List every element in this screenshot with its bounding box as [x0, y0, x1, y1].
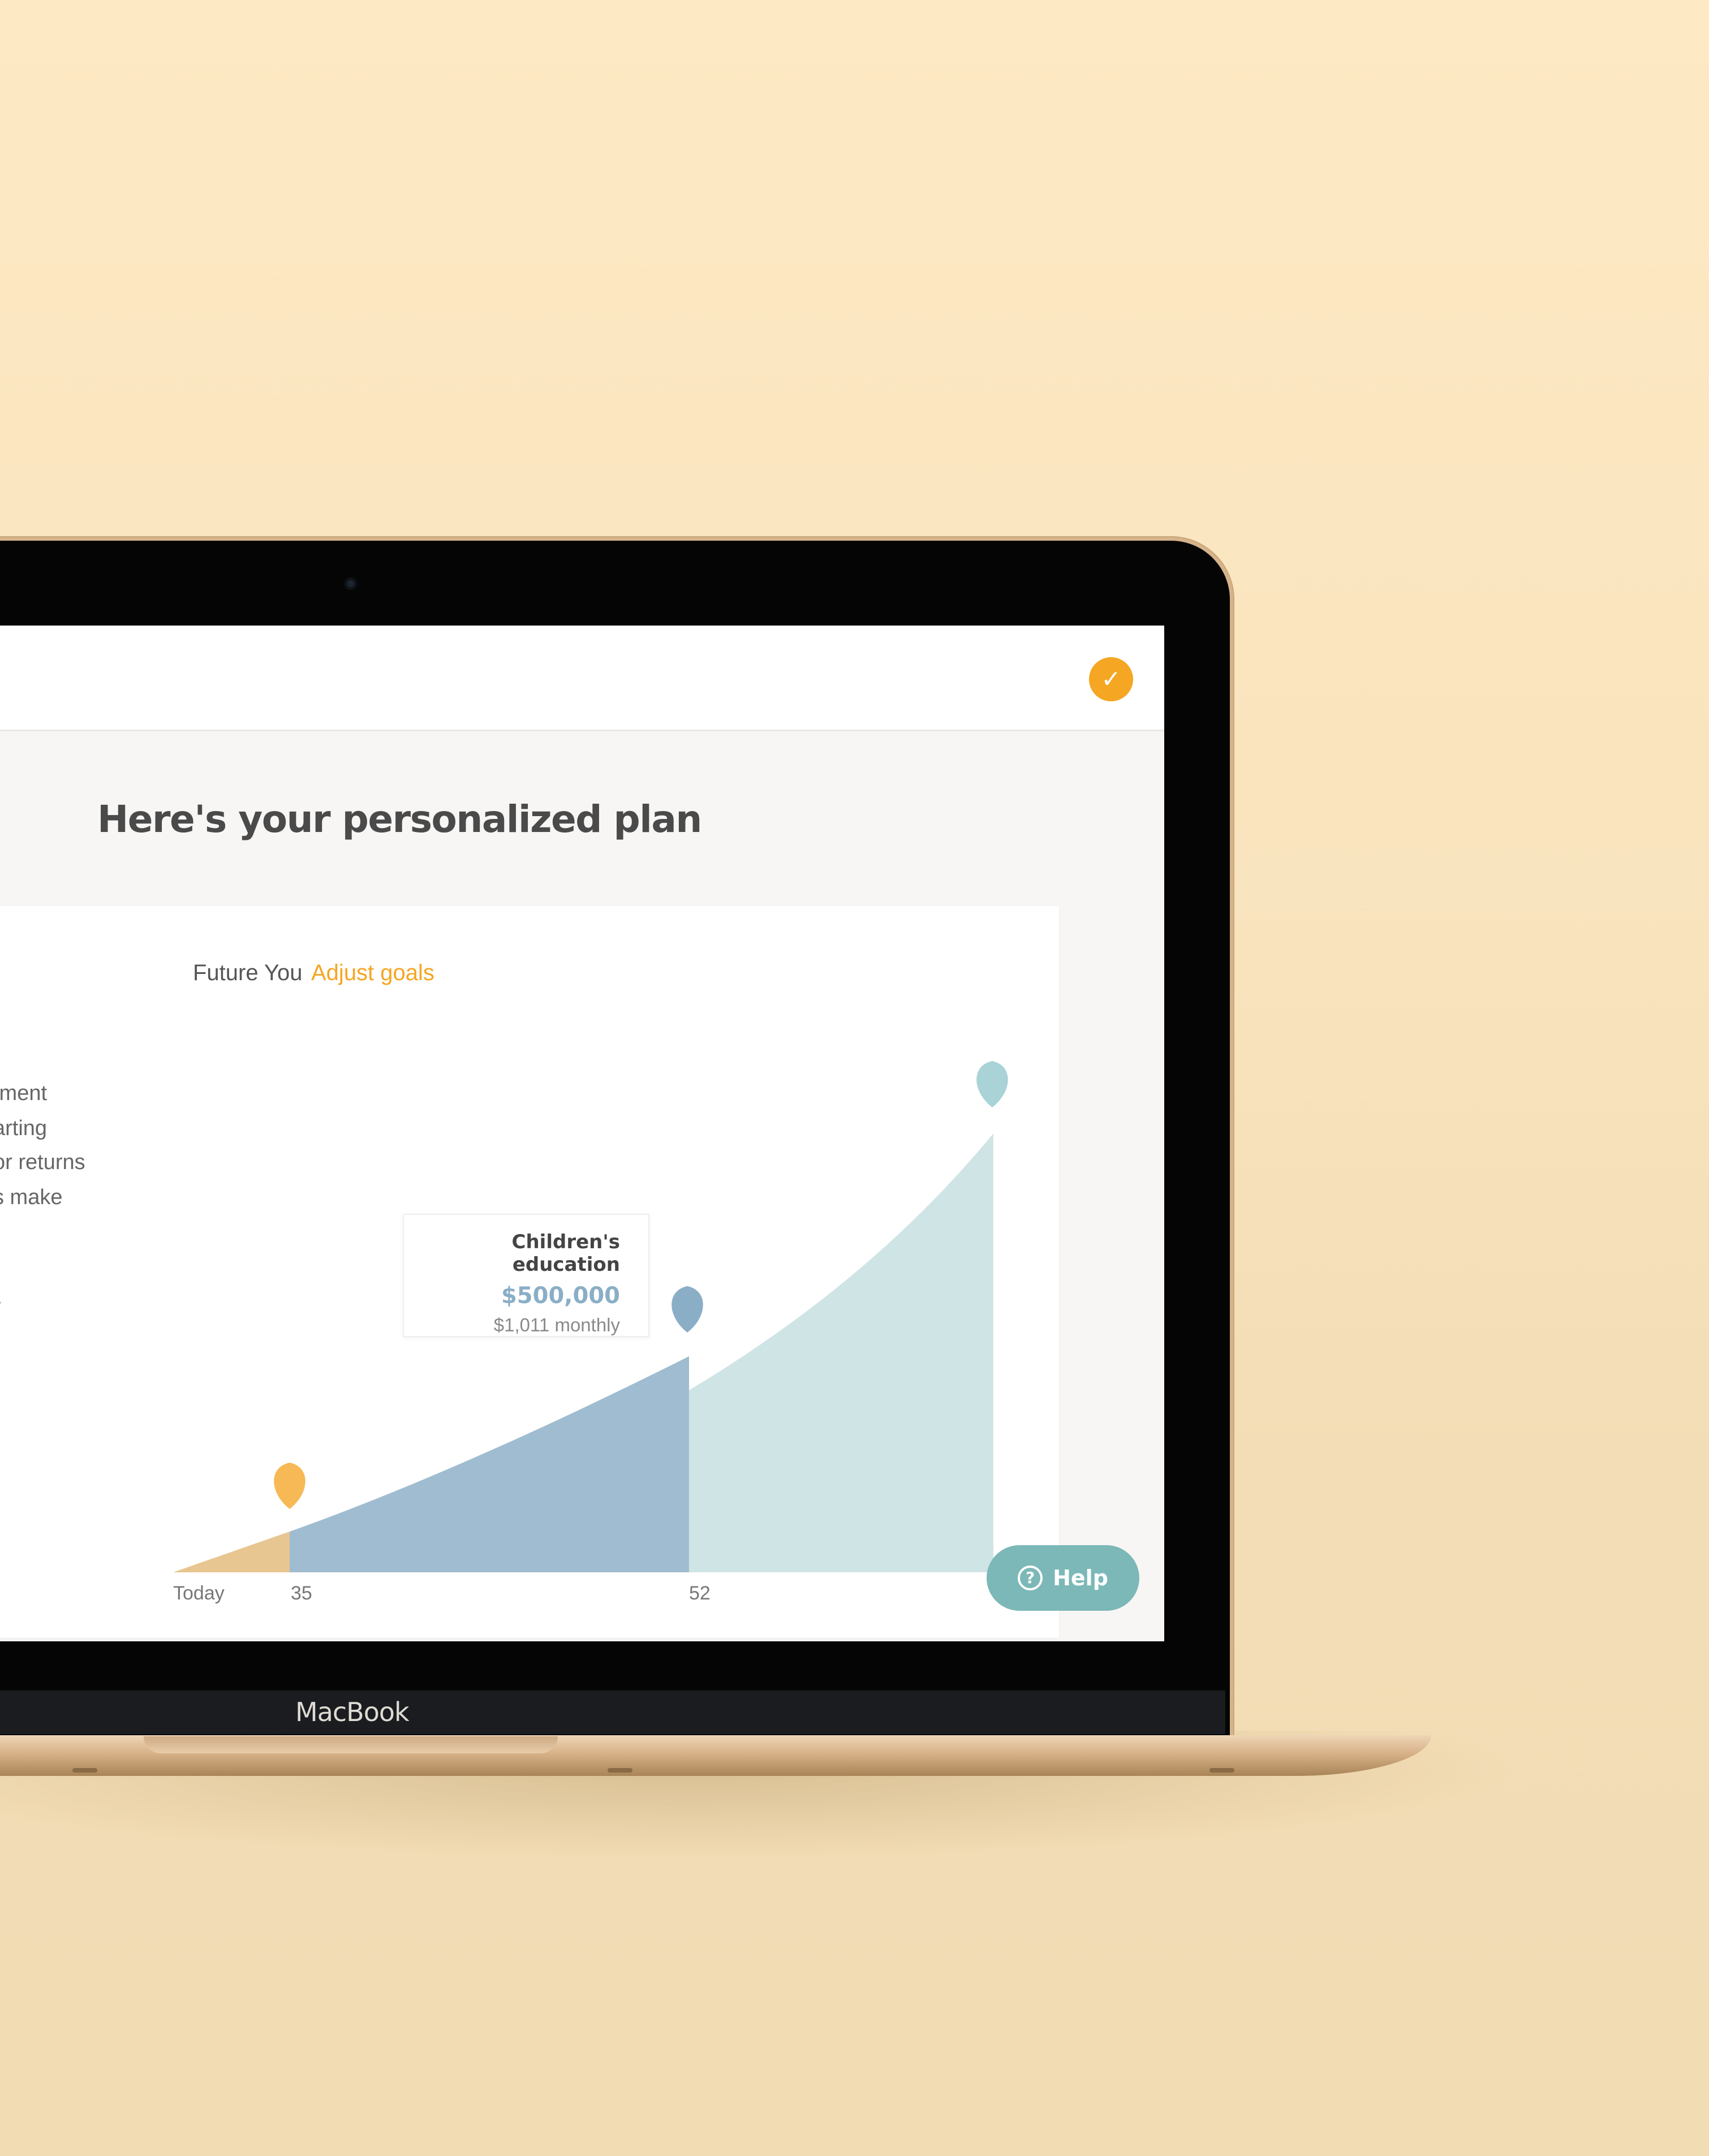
camera-icon [345, 577, 357, 590]
area-35-to-52 [290, 1356, 689, 1572]
x-tick-52: 52 [689, 1582, 711, 1604]
area-52-to-goal [689, 1133, 993, 1572]
tooltip-amount: $500,000 [501, 1283, 620, 1309]
question-circle-icon: ? [1018, 1566, 1043, 1590]
milestone-marker-35[interactable] [274, 1463, 305, 1509]
growth-chart: Today 35 52 [173, 1061, 1008, 1604]
app-screen: ✓ Here's your personalized plan Future Y… [0, 626, 1164, 1641]
milestone-marker-goal[interactable] [976, 1061, 1008, 1107]
bezel-chin [0, 1690, 1225, 1734]
x-tick-today: Today [173, 1582, 225, 1604]
help-button[interactable]: ? Help [987, 1545, 1139, 1611]
laptop-foot [1209, 1768, 1234, 1773]
tooltip-title: Children's education [511, 1231, 620, 1276]
help-label: Help [1053, 1566, 1108, 1590]
brand-label: MacBook [295, 1697, 410, 1727]
tooltip-monthly: $1,011 monthly [493, 1314, 620, 1335]
laptop-foot [72, 1768, 97, 1773]
x-tick-35: 35 [291, 1582, 312, 1604]
area-overlap [173, 1532, 290, 1572]
milestone-marker-52[interactable] [671, 1286, 703, 1333]
laptop-foot [608, 1768, 632, 1773]
hinge-notch [144, 1736, 558, 1753]
goal-tooltip: Children's education $500,000 $1,011 mon… [403, 1214, 649, 1337]
